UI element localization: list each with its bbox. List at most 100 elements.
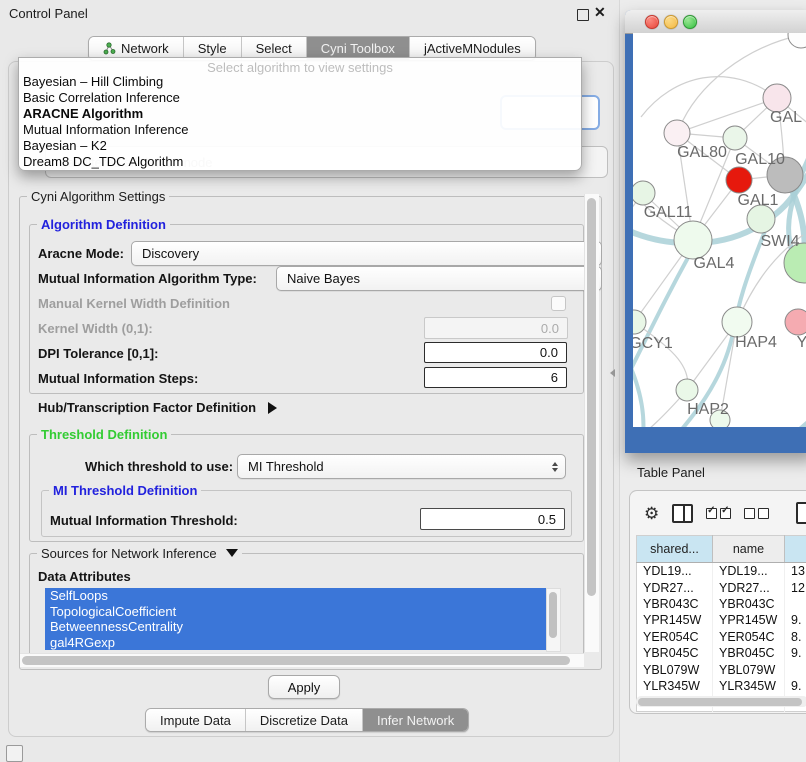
dropdown-item[interactable]: Dream8 DC_TDC Algorithm xyxy=(23,154,183,169)
dropdown-item[interactable]: Mutual Information Inference xyxy=(23,122,188,137)
scrollbar-thumb[interactable] xyxy=(587,198,596,596)
column-header[interactable]: name xyxy=(713,536,785,563)
network-node[interactable] xyxy=(785,309,806,335)
mi-algorithm-type-label: Mutual Information Algorithm Type: xyxy=(38,271,257,286)
column-header[interactable] xyxy=(785,536,806,563)
table-row[interactable]: YPR145WYPR145W9. xyxy=(637,612,806,628)
settings-vertical-scrollbar[interactable] xyxy=(584,194,599,652)
network-node[interactable] xyxy=(763,84,791,112)
tab-infer-network[interactable]: Infer Network xyxy=(363,709,468,731)
manual-kernel-width-label: Manual Kernel Width Definition xyxy=(38,296,230,311)
float-window-icon[interactable] xyxy=(577,9,589,21)
hub-definition-expander[interactable]: Hub/Transcription Factor Definition xyxy=(38,400,277,415)
node-label: HAP4 xyxy=(735,334,777,351)
table-row[interactable]: YBR043CYBR043C xyxy=(637,596,806,612)
dpi-tolerance-field[interactable]: 0.0 xyxy=(424,342,567,363)
table-row[interactable]: YBR045CYBR045C9. xyxy=(637,645,806,661)
close-icon[interactable]: ✕ xyxy=(594,4,606,21)
dropdown-prompt: Select algorithm to view settings xyxy=(19,60,581,75)
mi-steps-label: Mutual Information Steps: xyxy=(38,371,198,386)
bottom-tabbar: Impute Data Discretize Data Infer Networ… xyxy=(145,708,469,732)
table-toolbar: ⚙ xyxy=(630,491,806,535)
select-all-checks-icon[interactable] xyxy=(706,508,731,519)
zoom-traffic-light-icon[interactable] xyxy=(683,15,697,29)
table-panel-title: Table Panel xyxy=(637,465,705,480)
network-node-swi4[interactable] xyxy=(747,205,775,233)
kernel-width-field[interactable]: 0.0 xyxy=(424,317,568,339)
table-row[interactable]: YDL19...YDL19...13 xyxy=(637,563,806,580)
network-view-window: GAL GAL80 GAL10 GAL1 GAL11 SWI4 GAL4 GCY… xyxy=(625,10,806,453)
minimize-traffic-light-icon[interactable] xyxy=(664,15,678,29)
network-node-hap2[interactable] xyxy=(676,379,698,401)
combo-arrows-icon xyxy=(552,462,558,472)
threshold-definition-title: Threshold Definition xyxy=(37,427,171,442)
settings-horizontal-scrollbar[interactable] xyxy=(20,653,584,667)
network-canvas[interactable]: GAL GAL80 GAL10 GAL1 GAL11 SWI4 GAL4 GCY… xyxy=(633,33,806,427)
node-label: GAL1 xyxy=(738,192,779,209)
control-panel-window: Control Panel ✕ Network Style Select Cyn… xyxy=(0,0,620,762)
column-header[interactable]: shared... xyxy=(637,536,713,563)
attribute-item[interactable]: TopologicalCoefficient xyxy=(45,604,546,620)
which-threshold-combobox[interactable]: MI Threshold xyxy=(237,454,566,479)
table-horizontal-scrollbar[interactable] xyxy=(636,696,806,707)
tab-network-label: Network xyxy=(121,41,169,56)
gear-icon[interactable]: ⚙ xyxy=(644,505,659,522)
table-row[interactable]: YDR27...YDR27...12 xyxy=(637,579,806,595)
sources-title[interactable]: Sources for Network Inference xyxy=(37,546,242,561)
new-table-icon[interactable] xyxy=(796,502,806,524)
node-label: GCY1 xyxy=(633,335,673,352)
attribute-item[interactable]: BetweennessCentrality xyxy=(45,619,546,635)
network-node-gal80[interactable] xyxy=(664,120,690,146)
mi-threshold-definition-title: MI Threshold Definition xyxy=(49,483,201,498)
network-window-titlebar[interactable] xyxy=(625,10,806,34)
columns-icon[interactable] xyxy=(672,504,693,523)
table-row[interactable]: YER054CYER054C8. xyxy=(637,629,806,645)
apply-button[interactable]: Apply xyxy=(268,675,340,699)
attribute-item[interactable]: gal4RGexp xyxy=(45,635,546,651)
algorithm-definition-title: Algorithm Definition xyxy=(37,217,170,232)
network-node[interactable] xyxy=(788,33,806,48)
manual-kernel-width-checkbox[interactable] xyxy=(551,296,566,311)
node-label: SWI4 xyxy=(760,233,799,250)
network-graph: GAL GAL80 GAL10 GAL1 GAL11 SWI4 GAL4 GCY… xyxy=(633,33,806,427)
dropdown-item[interactable]: Bayesian – Hill Climbing xyxy=(23,74,163,89)
scrollbar-thumb[interactable] xyxy=(22,656,570,665)
tab-discretize-data[interactable]: Discretize Data xyxy=(246,709,363,731)
node-label: HAP2 xyxy=(687,401,729,418)
collapse-down-icon xyxy=(226,549,238,557)
kernel-width-label: Kernel Width (0,1): xyxy=(38,321,153,336)
deselect-all-checks-icon[interactable] xyxy=(744,508,769,519)
network-node-gal1[interactable] xyxy=(726,167,752,193)
mi-algorithm-type-combobox[interactable]: Naive Bayes xyxy=(276,266,602,291)
expand-right-icon xyxy=(268,402,277,414)
data-attributes-label: Data Attributes xyxy=(38,569,131,584)
node-label: GAL80 xyxy=(677,144,727,161)
control-panel-title: Control Panel xyxy=(9,6,88,21)
screen: Control Panel ✕ Network Style Select Cyn… xyxy=(0,0,806,762)
node-label: GAL10 xyxy=(735,151,785,168)
mi-steps-field[interactable]: 6 xyxy=(424,367,567,388)
network-node-gal4[interactable] xyxy=(674,221,712,259)
table-row[interactable]: YLR345WYLR345W9. xyxy=(637,678,806,694)
attribute-item[interactable]: SelfLoops xyxy=(45,588,546,604)
mi-threshold-field[interactable]: 0.5 xyxy=(420,508,565,530)
table-panel: ⚙ shared... name YDL19...YDL19...13 YDR2… xyxy=(629,490,806,714)
dropdown-item[interactable]: Basic Correlation Inference xyxy=(23,90,180,105)
table-row[interactable]: YBL079WYBL079W xyxy=(637,661,806,677)
aracne-mode-label: Aracne Mode: xyxy=(38,246,124,261)
node-label: GAL11 xyxy=(644,204,693,221)
dock-panel-icon[interactable] xyxy=(6,745,23,762)
scrollbar-thumb[interactable] xyxy=(638,698,802,706)
aracne-mode-combobox[interactable]: Discovery xyxy=(131,241,602,266)
network-node-gcy1[interactable] xyxy=(633,310,646,334)
dropdown-item-highlighted[interactable]: ARACNE Algorithm xyxy=(23,106,143,121)
tab-impute-data[interactable]: Impute Data xyxy=(146,709,246,731)
splitpane-collapse-icon[interactable] xyxy=(610,369,615,377)
network-node-gal11[interactable] xyxy=(633,181,655,205)
algorithm-dropdown-list: Select algorithm to view settings Bayesi… xyxy=(18,57,582,171)
close-traffic-light-icon[interactable] xyxy=(645,15,659,29)
attributes-scrollbar[interactable] xyxy=(546,588,561,652)
mi-threshold-label: Mutual Information Threshold: xyxy=(50,513,238,528)
dropdown-item[interactable]: Bayesian – K2 xyxy=(23,138,107,153)
network-node-hap4[interactable] xyxy=(722,307,752,337)
